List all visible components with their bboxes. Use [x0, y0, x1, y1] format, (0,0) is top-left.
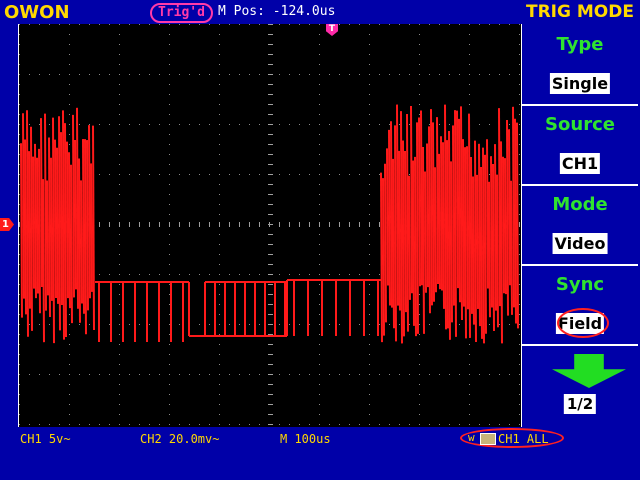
selection-highlight-ring — [557, 308, 609, 338]
menu-label-type: Type — [556, 34, 604, 55]
timebase-readout: M 100us — [280, 432, 331, 446]
menu-title: TRIG MODE — [526, 2, 634, 22]
scope-graticule — [19, 24, 520, 425]
menu-label-source: Source — [545, 114, 615, 135]
menu-value-source: CH1 — [559, 153, 601, 174]
menu-value-mode: Video — [552, 233, 608, 254]
menu-item-source[interactable]: Source CH1 — [522, 106, 638, 186]
trigger-status-badge: Trig'd — [150, 3, 213, 23]
video-trigger-icon — [480, 433, 496, 445]
page-indicator: 1/2 — [563, 394, 597, 414]
down-arrow-icon[interactable] — [552, 354, 626, 388]
brand-logo: OWON — [4, 2, 70, 23]
menu-item-mode[interactable]: Mode Video — [522, 186, 638, 266]
waveform-display — [18, 24, 522, 427]
menu-item-type[interactable]: Type Single — [522, 26, 638, 106]
trig-mode-menu: Type Single Source CH1 Mode Video Sync F… — [522, 26, 638, 426]
trigger-type-letter: w — [468, 431, 475, 444]
menu-label-mode: Mode — [552, 194, 608, 215]
menu-label-sync: Sync — [555, 274, 605, 295]
channel-1-marker: 1 — [0, 218, 14, 231]
menu-item-sync[interactable]: Sync Field — [522, 266, 638, 346]
ch1-scale: CH1 5v~ — [20, 432, 71, 446]
menu-value-type: Single — [549, 73, 611, 94]
trigger-source-readout: CH1 ALL — [498, 432, 549, 446]
ch2-scale: CH2 20.0mv~ — [140, 432, 220, 446]
m-pos-readout: M Pos: -124.0us — [218, 4, 336, 19]
menu-item-next-page[interactable]: 1/2 — [522, 346, 638, 424]
